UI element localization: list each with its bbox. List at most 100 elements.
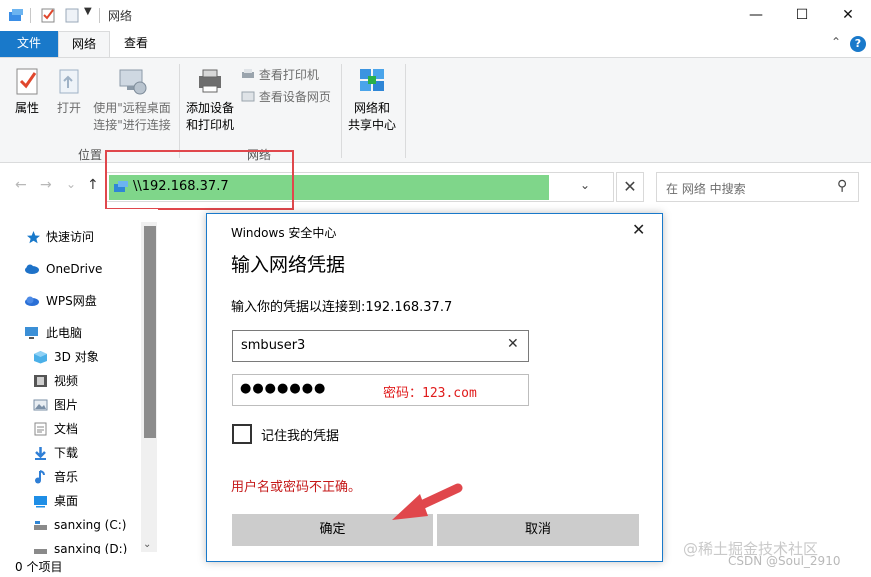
computer-icon [25,327,38,339]
wps-cloud-icon [25,296,39,306]
sidebar-label-music: 音乐 [54,470,79,484]
cloud-icon [25,264,39,274]
dialog-title: 输入网络凭据 [231,254,346,276]
printer-icon [242,69,254,78]
group-separator [179,64,180,158]
dialog-close-icon[interactable]: ✕ [632,220,645,239]
sidebar-scroll-thumb[interactable] [144,226,156,438]
sidebar-label-wps-cloud: WPS网盘 [46,294,97,308]
view-printers-label: 查看打印机 [258,68,319,82]
properties-label: 属性 [14,101,39,115]
properties-icon [16,68,38,95]
star-icon [27,231,40,244]
username-field[interactable]: smbuser3 ✕ [232,330,529,362]
search-box[interactable]: 在 网络 中搜索 ⚲ [656,172,859,202]
view-printers-button[interactable]: 查看打印机 [241,66,319,83]
sidebar-label-downloads: 下载 [54,446,79,460]
view-device-webpage-label: 查看设备网页 [258,90,331,104]
remote-desktop-icon [119,69,147,95]
sidebar-label-quick-access: 快速访问 [46,230,95,244]
minimize-button[interactable]: — [733,0,779,31]
remote-desktop-label-2: 连接"进行连接 [93,118,171,132]
desktop-icon [34,496,47,508]
back-arrow-icon[interactable]: ← [15,177,27,193]
open-button[interactable]: 打开 [52,66,86,117]
device-webpage-icon [241,91,255,102]
sidebar-item-3d-objects[interactable]: 3D 对象 [0,346,140,368]
add-device-icon [199,69,221,93]
ribbon-tabs: 文件 网络 查看 ⌃ ? [0,31,871,57]
watermark-author: CSDN @Soul_2910 [728,554,841,568]
password-field[interactable]: ●●●●●●● 密码：123.com [232,374,529,406]
sidebar-label-pictures: 图片 [54,398,79,412]
navigation-pane: 快速访问 OneDrive WPS网盘 此电脑 3D 对象 视频 图片 文档 下… [0,209,158,554]
scroll-down-icon[interactable]: ⌄ [143,539,151,550]
up-arrow-icon[interactable]: ↑ [87,177,99,193]
close-button[interactable]: ✕ [825,0,871,31]
add-device-button[interactable]: 添加设备 和打印机 [184,66,236,134]
sidebar-label-desktop: 桌面 [54,494,79,508]
customize-qa-dropdown[interactable]: ▼ [84,6,92,17]
open-icon [59,69,79,94]
sidebar-label-3d-objects: 3D 对象 [54,350,99,364]
password-dots: ●●●●●●● [240,381,327,396]
documents-icon [34,422,47,436]
recent-locations-icon[interactable]: ⌄ [66,177,76,191]
properties-button[interactable]: 属性 [10,66,44,117]
search-icon[interactable]: ⚲ [837,178,847,194]
cancel-button[interactable]: 取消 [437,514,639,546]
username-value: smbuser3 [241,338,306,353]
sidebar-item-music[interactable]: 音乐 [0,466,140,488]
sidebar-item-wps-cloud[interactable]: WPS网盘 [0,290,140,312]
sidebar-item-this-pc[interactable]: 此电脑 [0,322,140,344]
network-sharing-icon [360,69,384,91]
new-folder-quick-icon[interactable] [64,7,80,23]
sidebar-label-documents: 文档 [54,422,79,436]
title-bar: ▼ 网络 — ☐ ✕ [0,0,871,31]
remember-credentials-label: 记住我的凭据 [261,429,340,444]
credential-dialog: Windows 安全中心 ✕ 输入网络凭据 输入你的凭据以连接到:192.168… [206,213,663,562]
item-count: 0 个项目 [15,560,63,574]
drive-icon [34,521,47,530]
view-device-webpage-button[interactable]: 查看设备网页 [241,88,331,105]
tab-network[interactable]: 网络 [58,31,110,57]
sidebar-item-drive-c[interactable]: sanxing (C:) [0,514,140,536]
sidebar-label-this-pc: 此电脑 [46,326,83,340]
group-separator-3 [405,64,406,158]
help-icon[interactable]: ? [850,36,866,52]
cube-icon [34,351,47,364]
sidebar-item-downloads[interactable]: 下载 [0,442,140,464]
remember-credentials-checkbox[interactable] [232,424,252,444]
ribbon: 属性 打开 使用"远程桌面 连接"进行连接 位置 添加设备 和打印机 查看打印机 [0,57,871,163]
address-clear-button[interactable]: ✕ [616,172,644,202]
tab-view[interactable]: 查看 [110,31,162,57]
sidebar-item-quick-access[interactable]: 快速访问 [0,226,140,248]
tab-file[interactable]: 文件 [0,31,58,57]
maximize-button[interactable]: ☐ [779,0,825,31]
sidebar-item-videos[interactable]: 视频 [0,370,140,392]
address-dropdown-icon[interactable]: ⌄ [580,178,590,192]
remote-desktop-button[interactable]: 使用"远程桌面 连接"进行连接 [91,66,173,134]
group-separator-2 [341,64,342,158]
sidebar-item-documents[interactable]: 文档 [0,418,140,440]
properties-quick-icon[interactable] [40,7,56,23]
sidebar-item-desktop[interactable]: 桌面 [0,490,140,512]
download-icon [35,447,46,460]
sidebar-label-onedrive: OneDrive [46,262,103,276]
network-sharing-center-button[interactable]: 网络和 共享中心 [345,66,399,134]
search-placeholder: 在 网络 中搜索 [666,182,746,196]
video-icon [34,375,47,387]
ribbon-collapse-icon[interactable]: ⌃ [831,35,841,49]
network-sharing-label-2: 共享中心 [347,118,396,132]
network-sharing-label-1: 网络和 [353,101,390,115]
annotation-highlight-box [105,150,294,210]
forward-arrow-icon[interactable]: → [40,177,52,193]
sidebar-item-onedrive[interactable]: OneDrive [0,258,140,280]
sidebar-item-pictures[interactable]: 图片 [0,394,140,416]
remote-desktop-label-1: 使用"远程桌面 [93,101,171,115]
sidebar-label-drive-d: sanxing (D:) [54,542,128,554]
clear-username-icon[interactable]: ✕ [507,336,519,352]
sidebar-item-drive-d[interactable]: sanxing (D:) [0,538,140,554]
error-message: 用户名或密码不正确。 [231,480,362,495]
ok-button[interactable]: 确定 [232,514,433,546]
